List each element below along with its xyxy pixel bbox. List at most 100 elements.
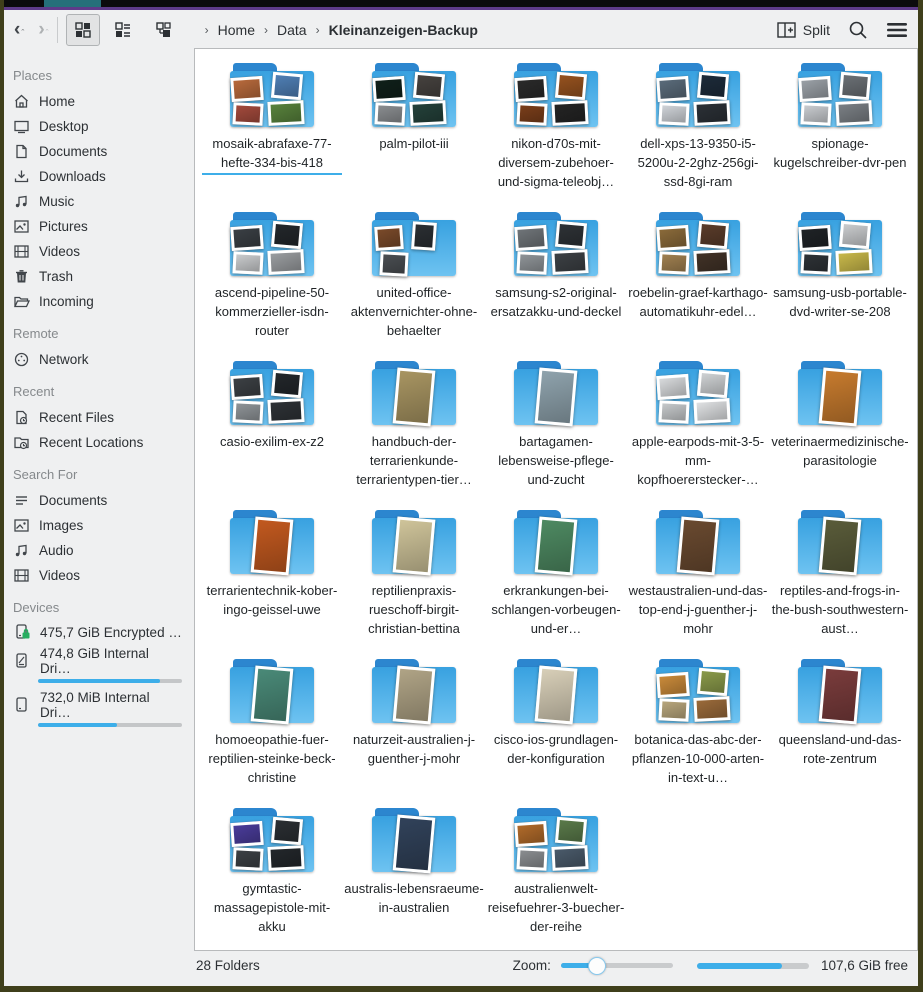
home-icon [13,93,30,110]
folder-item[interactable]: mosaik-abrafaxe-77-hefte-334-bis-418 [201,63,343,212]
sidebar-item-732-0-mib-internal-dri[interactable]: 732,0 MiB Internal Dri… [4,688,192,732]
folder-icon [514,212,598,276]
folder-item[interactable]: samsung-usb-portable-dvd-writer-se-208 [769,212,911,361]
folder-item[interactable]: ascend-pipeline-50-kommerzieller-isdn-ro… [201,212,343,361]
sidebar-item-label: Videos [39,568,80,583]
sidebar-item-videos[interactable]: Videos [4,239,192,264]
film-icon [13,567,30,584]
sidebar-item-label: Music [39,194,74,209]
sidebar-item-475-7-gib-encrypted[interactable]: 475,7 GiB Encrypted … [4,621,192,644]
folder-icon [514,510,598,574]
folder-name: ascend-pipeline-50-kommerzieller-isdn-ro… [202,283,342,340]
folder-item[interactable]: handbuch-der-terrarienkunde-terrarientyp… [343,361,485,510]
folder-item[interactable]: samsung-s2-original-ersatzakku-und-decke… [485,212,627,361]
folder-item[interactable]: westaustralien-und-das-top-end-j-guenthe… [627,510,769,659]
folder-name: nikon-d70s-mit-diversem-zubehoer-und-sig… [486,134,626,191]
photo-thumbnail [230,374,264,400]
sidebar-item-label: Documents [39,144,107,159]
folder-icon [514,361,598,425]
sidebar-item-desktop[interactable]: Desktop [4,114,192,139]
search-icon [848,20,868,40]
photo-thumbnail [798,225,832,251]
sidebar-item-documents[interactable]: Documents [4,139,192,164]
folder-icon [372,808,456,872]
sidebar-item-incoming[interactable]: Incoming [4,289,192,314]
sidebar-item-downloads[interactable]: Downloads [4,164,192,189]
tree-view-button[interactable] [146,14,180,46]
folder-item[interactable]: palm-pilot-iii [343,63,485,212]
back-button[interactable]: ‹ ˆ [12,18,26,42]
sidebar-item-images[interactable]: Images [4,513,192,538]
folder-item[interactable]: dell-xps-13-9350-i5-5200u-2-2ghz-256gi-s… [627,63,769,212]
details-view-button[interactable] [106,14,140,46]
photo-thumbnail [551,100,588,126]
photo-thumbnail [697,370,729,399]
folder-icon [656,63,740,127]
sidebar-item-label: Downloads [39,169,106,184]
split-button[interactable]: Split [777,22,830,38]
folder-item[interactable]: gymtastic-massagepistole-mit-akku [201,808,343,951]
folder-item[interactable]: australienwelt-reisefuehrer-3-buecher-de… [485,808,627,951]
folder-item[interactable]: queensland-und-das-rote-zentrum [769,659,911,808]
folder-item[interactable]: cisco-ios-grundlagen-der-konfiguration [485,659,627,808]
sidebar-item-label: Audio [39,543,74,558]
photo-thumbnail [393,367,436,426]
folder-item[interactable]: terrarientechnik-kober-ingo-geissel-uwe [201,510,343,659]
photo-thumbnail [798,76,832,102]
sidebar-item-label: Home [39,94,75,109]
photo-thumbnail [697,72,729,101]
sidebar-item-recent-files[interactable]: Recent Files [4,405,192,430]
folder-item[interactable]: spionage-kugelschreiber-dvr-pen [769,63,911,212]
download-icon [13,168,30,185]
file-clock-icon [13,409,30,426]
device-row: 732,0 MiB Internal Dri… [13,690,182,720]
sidebar-item-recent-locations[interactable]: Recent Locations [4,430,192,455]
folder-item[interactable]: homoeopathie-fuer-reptilien-steinke-beck… [201,659,343,808]
breadcrumb-item[interactable]: Data [277,22,307,38]
sidebar-item-network[interactable]: Network [4,347,192,372]
photo-thumbnail [535,516,578,575]
sidebar-item-trash[interactable]: Trash [4,264,192,289]
folder-item[interactable]: botanica-das-abc-der-pflanzen-10-000-art… [627,659,769,808]
icons-view-button[interactable] [66,14,100,46]
photo-thumbnail [372,76,406,102]
zoom-slider-handle[interactable] [588,957,606,975]
folder-name: australienwelt-reisefuehrer-3-buecher-de… [486,879,626,936]
breadcrumb-item[interactable]: Home [218,22,255,38]
sidebar-item-home[interactable]: Home [4,89,192,114]
document-icon [13,143,30,160]
folder-item[interactable]: casio-exilim-ex-z2 [201,361,343,510]
folder-item[interactable]: australis-lebensraeume-in-australien [343,808,485,951]
photo-thumbnail [551,845,588,871]
forward-button[interactable]: › ˆ [36,18,50,42]
sidebar-item-videos[interactable]: Videos [4,563,192,588]
zoom-slider[interactable] [561,963,673,968]
folder-item[interactable]: united-office-aktenvernichter-ohne-behae… [343,212,485,361]
photo-thumbnail [393,665,436,724]
sidebar-item-music[interactable]: Music [4,189,192,214]
sidebar-section-title: Search For [4,455,192,488]
sidebar-item-documents[interactable]: Documents [4,488,192,513]
sidebar-item-474-8-gib-internal-dri[interactable]: 474,8 GiB Internal Dri… [4,644,192,688]
folder-item[interactable]: reptilienpraxis-rueschoff-birgit-christi… [343,510,485,659]
folder-name: veterinaermedizinische-parasitologie [770,432,910,470]
breadcrumb-item[interactable]: Kleinanzeigen-Backup [329,22,478,38]
folder-item[interactable]: bartagamen-lebensweise-pflege-und-zucht [485,361,627,510]
folder-item[interactable]: reptiles-and-frogs-in-the-bush-southwest… [769,510,911,659]
folder-item[interactable]: naturzeit-australien-j-guenther-j-mohr [343,659,485,808]
folder-item[interactable]: nikon-d70s-mit-diversem-zubehoer-und-sig… [485,63,627,212]
sidebar-item-audio[interactable]: Audio [4,538,192,563]
tree-view-icon [154,21,172,39]
photo-thumbnail [551,249,588,275]
search-button[interactable] [848,20,868,40]
folder-item[interactable]: erkrankungen-bei-schlangen-vorbeugen-und… [485,510,627,659]
folder-item[interactable]: apple-earpods-mit-3-5-mm-kopfhoerersteck… [627,361,769,510]
photo-thumbnail [232,847,263,871]
photo-thumbnail [800,251,831,275]
folder-item[interactable]: veterinaermedizinische-parasitologie [769,361,911,510]
folder-view: mosaik-abrafaxe-77-hefte-334-bis-418palm… [194,48,918,951]
sidebar-item-pictures[interactable]: Pictures [4,214,192,239]
menu-button[interactable] [886,22,908,38]
photo-thumbnail [230,76,264,102]
folder-item[interactable]: roebelin-graef-karthago-automatikuhr-ede… [627,212,769,361]
